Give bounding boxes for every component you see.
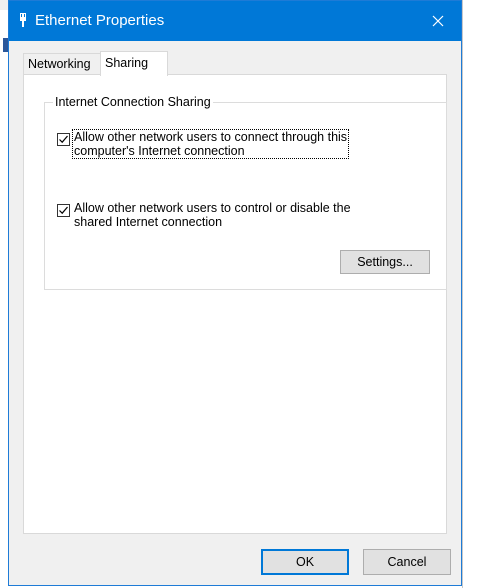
settings-button[interactable]: Settings... xyxy=(340,250,430,274)
allow-connect-label[interactable]: Allow other network users to connect thr… xyxy=(71,129,350,159)
group-label: Internet Connection Sharing xyxy=(53,95,213,109)
allow-control-label[interactable]: Allow other network users to control or … xyxy=(73,201,352,229)
ethernet-properties-dialog: Ethernet Properties Networking Sharing I… xyxy=(8,0,462,586)
window-title: Ethernet Properties xyxy=(35,12,165,29)
tab-networking[interactable]: Networking xyxy=(23,53,101,74)
close-button[interactable] xyxy=(415,1,461,41)
cancel-button[interactable]: Cancel xyxy=(363,549,451,575)
allow-connect-option[interactable]: Allow other network users to connect thr… xyxy=(57,129,350,159)
close-icon xyxy=(432,15,444,27)
tab-sharing[interactable]: Sharing xyxy=(100,51,168,76)
allow-connect-checkbox[interactable] xyxy=(57,133,70,146)
background-window-right xyxy=(462,0,492,588)
network-adapter-icon xyxy=(19,13,27,27)
sharing-tab-page: Internet Connection Sharing Allow other … xyxy=(23,74,447,534)
allow-control-option[interactable]: Allow other network users to control or … xyxy=(57,201,352,229)
ok-button[interactable]: OK xyxy=(261,549,349,575)
internet-connection-sharing-group: Internet Connection Sharing Allow other … xyxy=(44,95,447,290)
allow-control-checkbox[interactable] xyxy=(57,204,70,217)
checkmark-icon xyxy=(59,135,68,144)
title-bar[interactable]: Ethernet Properties xyxy=(9,1,461,41)
checkmark-icon xyxy=(59,206,68,215)
